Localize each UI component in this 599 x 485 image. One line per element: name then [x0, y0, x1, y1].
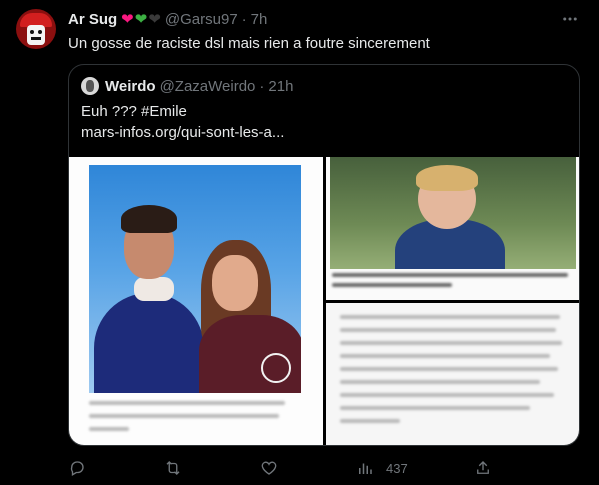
blurred-caption [89, 401, 289, 440]
more-options-icon[interactable] [561, 10, 579, 33]
quote-media-grid [69, 157, 579, 445]
reply-icon [70, 461, 84, 476]
share-icon [477, 461, 489, 474]
tweet-header: Ar Sug ❤ ❤ ❤ @Garsu97 · 7h [68, 10, 267, 28]
quote-link[interactable]: mars-infos.org/qui-sont-les-a... [81, 122, 284, 143]
quote-separator-dot: · [259, 77, 265, 95]
quote-header: Weirdo @ZazaWeirdo · 21h [81, 77, 293, 95]
views-count: 437 [386, 460, 408, 476]
author-name[interactable]: Ar Sug [68, 11, 117, 28]
separator-dot: · [241, 10, 247, 28]
tweet-text: Un gosse de raciste dsl mais rien a fout… [68, 35, 430, 52]
media-image-2[interactable] [326, 157, 579, 300]
quote-author-name[interactable]: Weirdo [105, 78, 156, 95]
couple-photo [89, 165, 301, 393]
quote-author-handle[interactable]: @ZazaWeirdo [160, 78, 256, 95]
blurred-text-block [340, 315, 570, 432]
retweet-button[interactable] [164, 456, 182, 480]
views-button[interactable]: 437 [356, 456, 408, 480]
quote-text-line: Euh ??? #Emile [81, 103, 187, 120]
heart-icon [261, 461, 277, 475]
blurred-caption [332, 273, 572, 297]
name-hearts: ❤ ❤ ❤ [121, 12, 161, 27]
tweet-time[interactable]: 7h [251, 11, 268, 28]
black-heart-icon: ❤ [148, 10, 161, 28]
tweet-action-bar: 437 [68, 456, 580, 480]
child-photo [330, 157, 576, 269]
share-button[interactable] [474, 456, 492, 480]
quote-avatar[interactable] [81, 77, 99, 95]
watermark-logo [261, 353, 291, 383]
media-image-1[interactable] [69, 157, 323, 445]
retweet-icon [166, 461, 180, 475]
quote-text: Euh ??? #Emile mars-infos.org/qui-sont-l… [81, 101, 284, 143]
like-button[interactable] [260, 456, 278, 480]
avatar-face [27, 25, 45, 45]
green-heart-icon: ❤ [134, 10, 148, 28]
reply-button[interactable] [68, 456, 86, 480]
red-heart-icon: ❤ [121, 10, 134, 28]
author-avatar[interactable] [16, 9, 56, 49]
media-image-3[interactable] [326, 303, 579, 445]
quoted-tweet[interactable]: Weirdo @ZazaWeirdo · 21h Euh ??? #Emile … [68, 64, 580, 446]
author-handle[interactable]: @Garsu97 [165, 11, 238, 28]
quote-time[interactable]: 21h [268, 78, 293, 95]
views-icon [359, 463, 372, 474]
